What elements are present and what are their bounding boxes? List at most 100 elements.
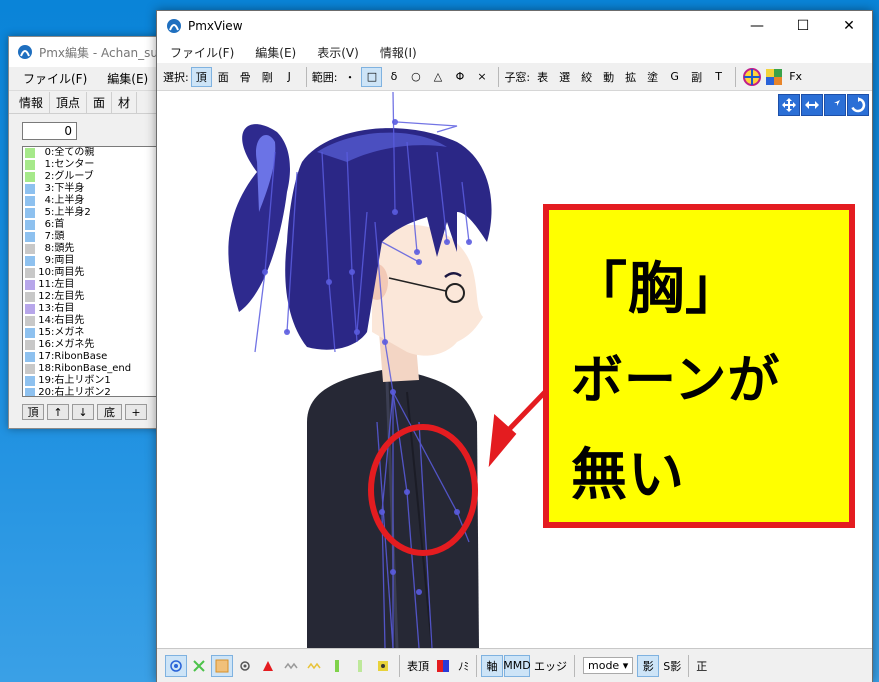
mesh-grid-icon[interactable] [211,654,233,677]
bone-list-item[interactable]: 0 : 全ての親 [23,147,167,159]
range-circle-button[interactable]: ○ [405,67,426,87]
axis-toggle[interactable]: 軸 [481,654,503,677]
viewer-titlebar[interactable]: PmxView — ☐ ✕ [157,11,872,41]
vertex-display-icon[interactable] [165,654,187,677]
close-button[interactable]: ✕ [826,11,872,41]
bone-list-item[interactable]: 14 : 右目先 [23,315,167,327]
tab-material[interactable]: 材 [112,92,138,113]
editor-menu-edit[interactable]: 編集(E) [93,70,154,87]
subwin-sub-button[interactable]: 副 [686,67,707,87]
viewer-menu-info[interactable]: 情報(I) [367,44,425,61]
bone-light-icon[interactable] [349,655,371,677]
tab-vertex[interactable]: 頂点 [50,92,88,113]
bone-list-item[interactable]: 17 : RibonBase [23,351,167,363]
mode-dropdown[interactable]: mode ▾ [583,657,634,674]
range-clear-button[interactable]: × [471,67,492,87]
range-rect-button[interactable]: □ [361,66,383,87]
bone-green-icon[interactable] [326,655,348,677]
pmx-editor-window[interactable]: Pmx編集 - Achan_suit ファイル(F) 編集(E) 表 情報 頂点… [8,36,168,429]
color-swatch-icon[interactable] [432,655,454,677]
shadow-toggle[interactable]: 影 [637,654,660,677]
tab-face[interactable]: 面 [87,92,113,113]
subwin-filter-button[interactable]: 絞 [576,67,597,87]
bone-name: 右上リボン1 [54,375,111,386]
range-delta-button[interactable]: δ [383,67,404,87]
bone-list-item[interactable]: 15 : メガネ [23,327,167,339]
subwin-table-button[interactable]: 表 [532,67,553,87]
move-up-button[interactable]: ↑ [47,404,69,420]
bone-list-item[interactable]: 18 : RibonBase_end [23,363,167,375]
edge-toggle[interactable]: エッジ [531,658,570,674]
grid-color-icon[interactable] [763,66,785,88]
bone-list-item[interactable]: 13 : 右目 [23,303,167,315]
ortho-toggle[interactable]: 正 [693,658,710,674]
statusbar-separator [688,654,690,677]
editor-tabs: 情報 頂点 面 材 [9,91,167,113]
move-top-button[interactable]: 頂 [22,404,44,420]
editor-menu-file[interactable]: ファイル(F) [9,70,93,87]
bone-index-field[interactable]: 0 [22,122,77,140]
select-joint-button[interactable]: J [279,67,300,87]
wave-yellow-icon[interactable] [303,655,325,677]
bone-list-item[interactable]: 12 : 左目先 [23,291,167,303]
subwin-texture-button[interactable]: T [708,67,729,87]
range-point-button[interactable]: ・ [339,67,360,87]
callout-line-missing: 無い [571,443,685,508]
bone-list-item[interactable]: 4 : 上半身 [23,195,167,207]
subwin-select-button[interactable]: 選 [554,67,575,87]
subwin-paint-button[interactable]: 塗 [642,67,663,87]
bone-list-item[interactable]: 9 : 両目 [23,255,167,267]
move-down-button[interactable]: ↓ [72,404,94,420]
bone-color-swatch [25,340,35,350]
select-bone-button[interactable]: 骨 [235,67,256,87]
fx-button[interactable]: Fx [785,67,806,87]
bone-name: メガネ先 [54,339,95,350]
maximize-button[interactable]: ☐ [780,11,826,41]
subwin-group-button[interactable]: G [664,67,685,87]
bone-list-item[interactable]: 20 : 右上リボン2 [23,387,167,396]
range-triangle-button[interactable]: △ [427,67,448,87]
tab-info[interactable]: 情報 [13,92,51,113]
minimize-button[interactable]: — [734,11,780,41]
statusbar-separator [574,654,575,677]
target-icon[interactable] [741,66,763,88]
bone-list-item[interactable]: 19 : 右上リボン1 [23,375,167,387]
sparkle-icon[interactable] [188,655,210,677]
mmd-toggle[interactable]: MMD [503,654,531,677]
bone-list-item[interactable]: 1 : センター [23,159,167,171]
editor-titlebar[interactable]: Pmx編集 - Achan_suit [9,37,167,67]
range-phi-button[interactable]: Φ [449,67,470,87]
bone-color-swatch [25,292,35,302]
subwin-scale-button[interactable]: 拡 [620,67,641,87]
viewer-menu-view[interactable]: 表示(V) [304,44,367,61]
select-face-button[interactable]: 面 [213,67,234,87]
chevron-down-icon: ▾ [622,659,629,672]
bone-list-item[interactable]: 10 : 両目先 [23,267,167,279]
wave-icon[interactable] [280,655,302,677]
point-icon[interactable] [234,655,256,677]
viewer-menu-edit[interactable]: 編集(E) [242,44,304,61]
move-bottom-button[interactable]: 底 [97,404,122,420]
bone-index: 15 [38,327,51,338]
select-rigid-button[interactable]: 剛 [257,67,278,87]
viewer-menu-file[interactable]: ファイル(F) [157,44,242,61]
bone-list-item[interactable]: 16 : メガネ先 [23,339,167,351]
bone-list-item[interactable]: 5 : 上半身2 [23,207,167,219]
bone-list[interactable]: 0 : 全ての親 1 : センター 2 : グルーブ 3 : 下半身 4 : 上半身 5 … [22,146,167,397]
bone-list-item[interactable]: 7 : 頭 [23,231,167,243]
add-bone-button[interactable]: + [125,404,147,420]
select-vertex-button[interactable]: 頂 [190,66,212,87]
bone-name: RibonBase [54,351,108,362]
bone-list-item[interactable]: 6 : 首 [23,219,167,231]
morph-icon[interactable] [372,655,394,677]
table-vertex-toggle[interactable]: 表頂 [404,658,432,674]
subwin-move-button[interactable]: 動 [598,67,619,87]
bone-index: 13 [38,303,51,314]
bone-list-item[interactable]: 3 : 下半身 [23,183,167,195]
nomi-toggle[interactable]: ﾉﾐ [455,658,472,674]
triangle-icon[interactable] [257,655,279,677]
bone-list-item[interactable]: 2 : グルーブ [23,171,167,183]
bone-list-item[interactable]: 11 : 左目 [23,279,167,291]
bone-list-item[interactable]: 8 : 頭先 [23,243,167,255]
self-shadow-toggle[interactable]: S影 [660,658,684,674]
